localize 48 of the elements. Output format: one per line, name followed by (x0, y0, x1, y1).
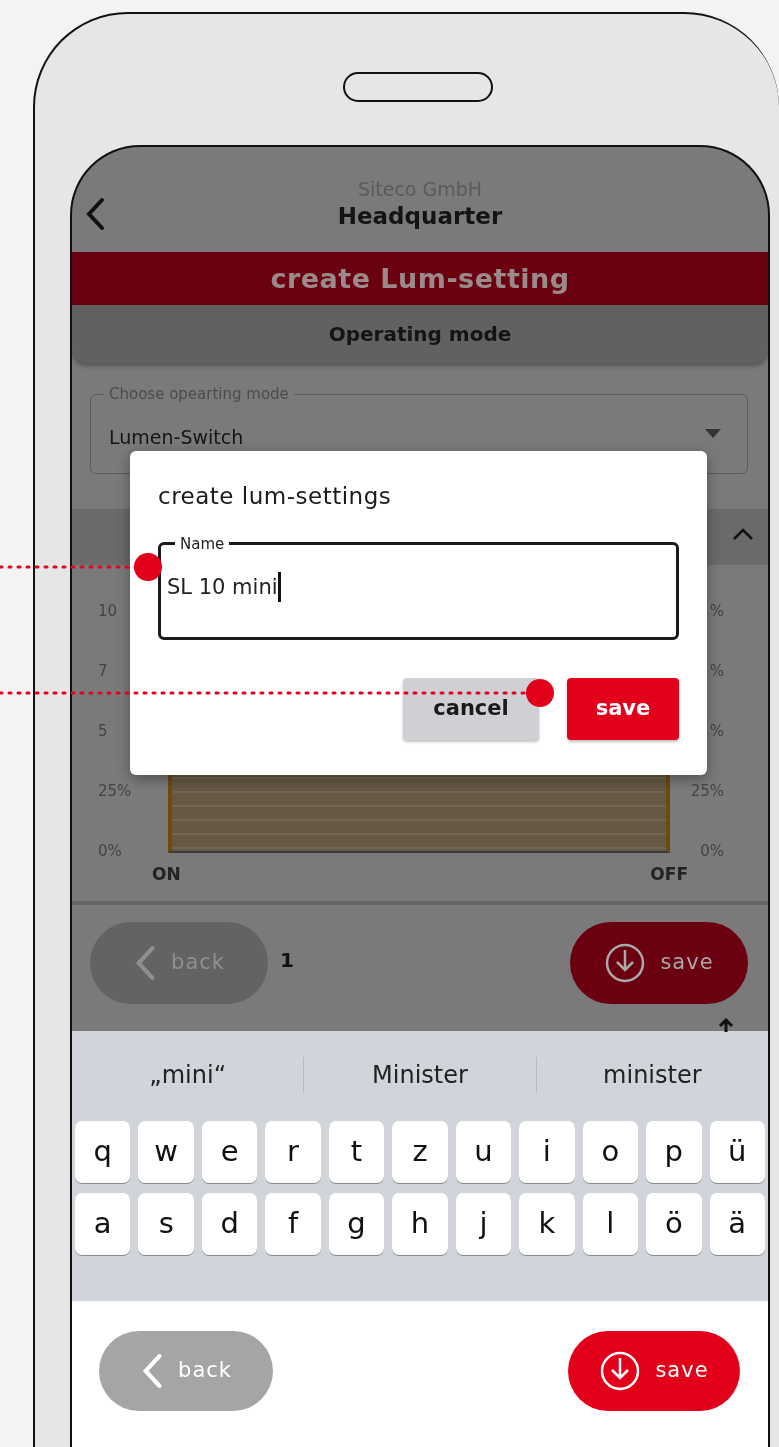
keyboard-key[interactable]: ö (646, 1193, 702, 1255)
keyboard-key[interactable]: u (455, 1121, 512, 1183)
keyboard-key[interactable]: a (75, 1193, 131, 1255)
collapse-caret-icon (732, 527, 754, 541)
axis-label: OFF (650, 863, 688, 886)
axis-label: ON (152, 863, 181, 886)
keyboard-key[interactable]: l (582, 1193, 639, 1255)
keyboard-key[interactable]: ü (709, 1121, 765, 1183)
keyboard-key[interactable]: i (519, 1121, 575, 1183)
group-label: 1 (280, 947, 294, 974)
suggestion-item[interactable]: minister (535, 1057, 768, 1093)
field-value: SL 10 mini (166, 574, 278, 599)
keyboard-key[interactable]: h (392, 1193, 448, 1255)
keyboard-key[interactable]: j (455, 1193, 512, 1255)
keyboard-key[interactable]: r (265, 1121, 321, 1183)
section-header: Operating mode (72, 305, 768, 363)
keyboard-key[interactable]: g (328, 1193, 385, 1255)
keyboard-key[interactable]: p (646, 1121, 702, 1183)
keyboard-key[interactable]: k (519, 1193, 575, 1255)
keyboard-key[interactable]: q (75, 1121, 131, 1183)
title-bar: create Lum-setting (72, 252, 768, 305)
axis-label: % (709, 722, 724, 740)
keyboard-key[interactable]: e (201, 1121, 258, 1183)
save-button[interactable]: save (570, 922, 748, 1004)
save-button[interactable]: save (568, 1331, 740, 1411)
back-icon[interactable] (84, 197, 106, 231)
keyboard-key[interactable]: s (138, 1193, 194, 1255)
save-button[interactable]: save (567, 677, 679, 740)
download-circle-icon (599, 1350, 642, 1392)
keyboard-key[interactable]: ä (709, 1193, 765, 1255)
cancel-button[interactable]: cancel (403, 677, 539, 740)
dialog-title: create lum-settings (158, 482, 393, 511)
suggestion-item[interactable]: Minister (303, 1057, 536, 1093)
axis-label: % (709, 602, 724, 620)
keyboard-key[interactable]: z (392, 1121, 448, 1183)
keyboard-key[interactable]: w (138, 1121, 194, 1183)
up-arrow-icon (718, 1018, 734, 1032)
text-cursor (277, 572, 281, 603)
keyboard-key[interactable]: d (201, 1193, 258, 1255)
keyboard-key[interactable]: t (328, 1121, 385, 1183)
axis-label: % (709, 662, 724, 680)
site-title: Headquarter (337, 202, 503, 231)
keyboard-key[interactable]: f (265, 1193, 321, 1255)
download-circle-icon (604, 942, 647, 984)
dropdown-caret-icon (705, 429, 721, 438)
keyboard-key[interactable]: o (582, 1121, 639, 1183)
select-value: Lumen-Switch (109, 425, 244, 450)
suggestion-item[interactable]: „mini“ (72, 1057, 304, 1093)
